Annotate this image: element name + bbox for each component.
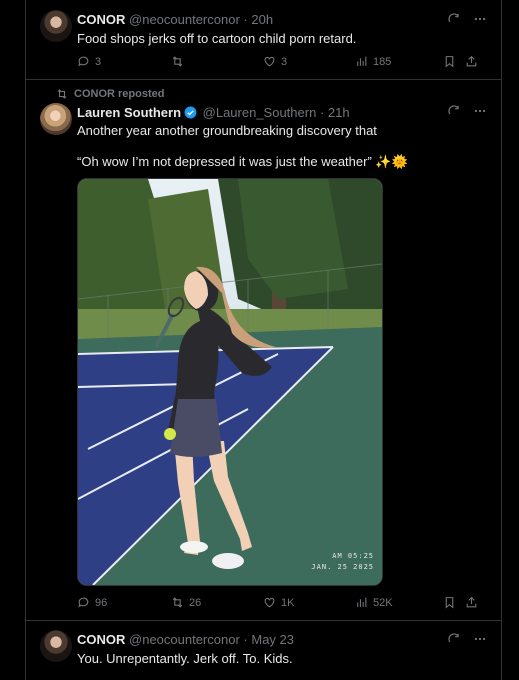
reply-button[interactable]: 96 <box>77 596 171 609</box>
tweet-text-line-1: Another year another groundbreaking disc… <box>77 123 377 138</box>
views-button[interactable]: 52K <box>355 596 443 609</box>
tweet-header: Lauren Southern @Lauren_Southern · 21h <box>77 105 350 120</box>
timeline-column: CONOR @neocounterconor · 20h Food shops … <box>25 0 502 680</box>
tweet-header: CONOR @neocounterconor · May 23 <box>77 632 294 647</box>
tweet-time[interactable]: · 21h <box>320 105 350 120</box>
bookmark-icon <box>445 597 454 609</box>
author-handle[interactable]: @Lauren_Southern <box>203 105 317 120</box>
author-name[interactable]: Lauren Southern <box>77 105 181 120</box>
share-icon <box>466 596 477 608</box>
photo-timestamp: AM 05:25 JAN. 25 2025 <box>311 551 374 573</box>
tennis-photo <box>78 179 382 585</box>
repost-button[interactable]: 26 <box>171 596 263 609</box>
tweet-time[interactable]: · May 23 <box>243 632 294 647</box>
tweet-top-actions <box>447 104 487 121</box>
tweet-top-actions <box>447 632 487 649</box>
more-icon[interactable] <box>473 632 487 649</box>
tweet-3[interactable]: CONOR @neocounterconor · May 23 You. Unr… <box>26 620 501 680</box>
more-icon[interactable] <box>473 104 487 121</box>
like-button[interactable]: 1K <box>263 596 355 609</box>
bookmark-button[interactable] <box>443 596 465 609</box>
author-handle[interactable]: @neocounterconor <box>129 632 240 647</box>
view-count: 52K <box>373 596 393 609</box>
avatar[interactable] <box>40 630 72 662</box>
tweet-2[interactable]: Lauren Southern @Lauren_Southern · 21h A… <box>26 0 501 620</box>
author-name[interactable]: CONOR <box>77 632 125 647</box>
tweet-text-line-2: “Oh wow I’m not depressed it was just th… <box>77 154 408 169</box>
share-button[interactable] <box>465 596 478 609</box>
heart-icon <box>264 597 275 608</box>
reply-count: 96 <box>95 596 108 609</box>
verified-badge-icon <box>184 106 197 119</box>
tweet-image[interactable]: AM 05:25 JAN. 25 2025 <box>77 178 383 586</box>
views-icon <box>357 597 367 607</box>
avatar[interactable] <box>40 103 72 135</box>
repost-icon <box>172 597 183 608</box>
tweet-actions: 96 26 1K 52K <box>77 596 487 609</box>
like-count: 1K <box>281 596 295 609</box>
grok-icon[interactable] <box>447 632 461 649</box>
grok-icon[interactable] <box>447 104 461 121</box>
tweet-text: You. Unrepentantly. Jerk off. To. Kids. <box>77 651 293 666</box>
repost-count: 26 <box>189 596 202 609</box>
photo-timestamp-time: AM 05:25 <box>332 552 374 560</box>
reply-icon <box>78 597 89 608</box>
photo-timestamp-date: JAN. 25 2025 <box>311 563 374 571</box>
